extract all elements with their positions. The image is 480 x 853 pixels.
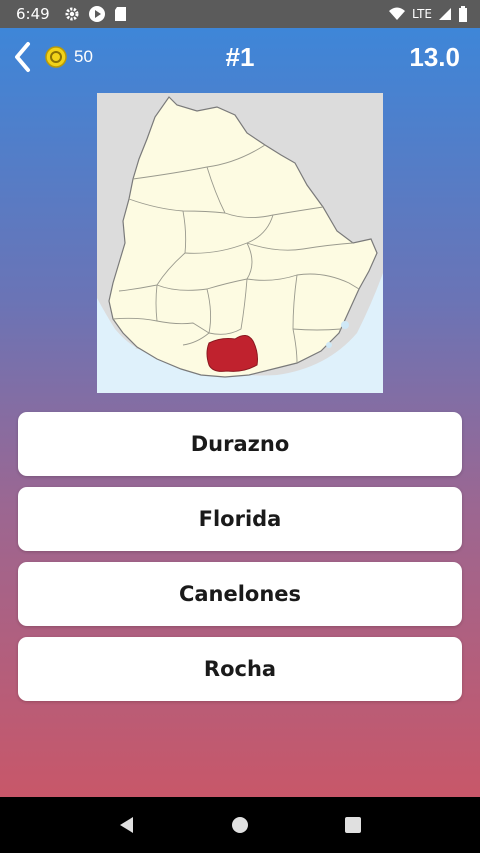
status-bar: 6:49 LTE	[0, 0, 480, 28]
answer-label: Canelones	[178, 582, 302, 606]
timer: 13.0	[409, 42, 460, 72]
status-time: 6:49	[16, 5, 50, 23]
question-map	[97, 93, 383, 393]
quiz-screen: 50 #1 13.0 Durazno Florida Canelones Roc…	[0, 28, 480, 797]
recents-square-icon[interactable]	[333, 805, 373, 845]
answer-option-florida[interactable]: Florida	[18, 487, 462, 551]
play-store-icon	[88, 6, 105, 22]
question-number: #1	[225, 42, 255, 72]
gear-icon	[65, 7, 79, 21]
answer-option-rocha[interactable]: Rocha	[18, 637, 462, 701]
wifi-icon	[389, 7, 406, 20]
answer-label: Florida	[198, 507, 282, 531]
system-nav-bar	[0, 797, 480, 853]
answer-label: Rocha	[203, 657, 277, 681]
top-bar: 50 #1 13.0	[0, 28, 480, 86]
uruguay-map-icon	[97, 96, 383, 393]
answer-option-durazno[interactable]: Durazno	[18, 412, 462, 476]
home-circle-icon[interactable]	[220, 805, 260, 845]
battery-icon	[459, 6, 467, 22]
answer-label: Durazno	[190, 432, 290, 456]
answer-list: Durazno Florida Canelones Rocha	[18, 412, 462, 712]
answer-option-canelones[interactable]: Canelones	[18, 562, 462, 626]
signal-icon	[439, 8, 451, 20]
network-type: LTE	[412, 7, 432, 21]
sd-card-icon	[114, 7, 126, 21]
back-triangle-icon[interactable]	[107, 805, 147, 845]
